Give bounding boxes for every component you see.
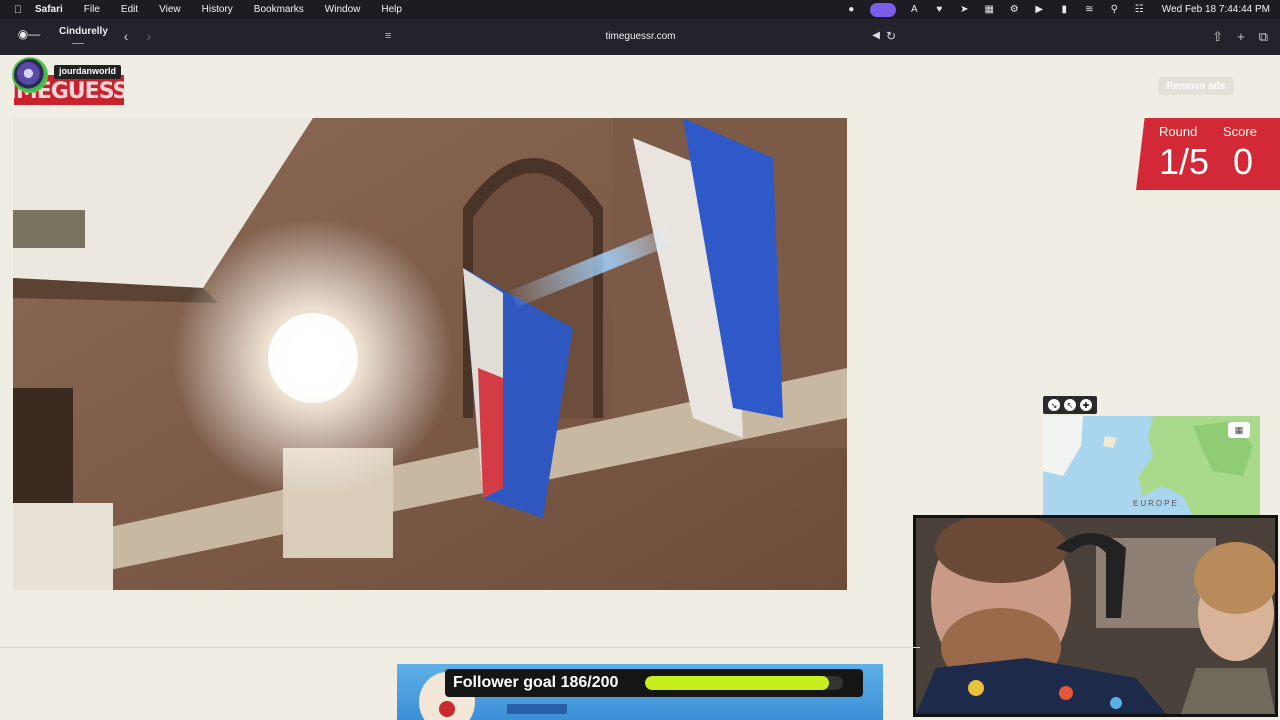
follower-goal-widget: Follower goal 186/200 bbox=[445, 669, 863, 697]
map-toolbar: ↘ ↖ ✚ bbox=[1043, 396, 1097, 414]
remove-ads-button[interactable]: Remove ads bbox=[1158, 77, 1234, 95]
search-icon[interactable]: ⚲ bbox=[1108, 3, 1121, 16]
map-region-label: EUROPE bbox=[1133, 499, 1179, 508]
apple-icon[interactable]:  bbox=[12, 4, 24, 16]
menu-file[interactable]: File bbox=[84, 4, 100, 15]
audio-icon[interactable]: ◀ bbox=[872, 30, 880, 41]
menu-history[interactable]: History bbox=[202, 4, 233, 15]
follower-goal-text: Follower goal 186/200 bbox=[453, 674, 619, 691]
score-panel: Round Score 1/5 0 bbox=[1136, 118, 1280, 190]
menu-edit[interactable]: Edit bbox=[121, 4, 138, 15]
webcam-video-image bbox=[916, 518, 1275, 714]
game-photo[interactable] bbox=[13, 118, 847, 590]
menu-bookmarks[interactable]: Bookmarks bbox=[254, 4, 304, 15]
round-label: Round bbox=[1159, 124, 1198, 139]
forward-button[interactable]: › bbox=[141, 28, 157, 44]
control-center-icon[interactable]: ☷ bbox=[1133, 3, 1146, 16]
map-shrink-icon[interactable]: ↘ bbox=[1048, 399, 1060, 411]
tab-indicator-icon bbox=[72, 38, 84, 44]
reload-icon[interactable]: ↻ bbox=[886, 29, 896, 43]
webcam-overlay bbox=[913, 515, 1278, 717]
browser-toolbar: ◉— Cindurelly ‹ › ≡ timeguessr.com ◀ ↻ ⇧… bbox=[0, 19, 1280, 55]
app-status-icon[interactable]: ♥ bbox=[933, 3, 946, 16]
tab-overview-icon[interactable]: ⧉ bbox=[1259, 29, 1268, 45]
notes-icon[interactable]: ▦ bbox=[983, 3, 996, 16]
username-badge[interactable]: jourdanworld bbox=[54, 65, 121, 79]
photo-scene-image bbox=[13, 118, 847, 590]
follower-goal-bar bbox=[645, 676, 843, 690]
new-tab-icon[interactable]: + bbox=[1237, 29, 1245, 45]
gear-icon[interactable]: ⚙ bbox=[1008, 3, 1021, 16]
menu-window[interactable]: Window bbox=[325, 4, 361, 15]
follower-goal-fill bbox=[645, 676, 830, 690]
avatar[interactable] bbox=[12, 57, 48, 93]
menu-view[interactable]: View bbox=[159, 4, 181, 15]
menu-app-name[interactable]: Safari bbox=[35, 4, 63, 15]
address-bar[interactable]: ≡ timeguessr.com ◀ ↻ bbox=[379, 27, 902, 47]
round-value: 1/5 bbox=[1159, 141, 1210, 182]
play-icon[interactable]: ▶ bbox=[1033, 3, 1046, 16]
profile-name[interactable]: Cindurelly bbox=[59, 26, 108, 37]
menubar-clock[interactable]: Wed Feb 18 7:44:44 PM bbox=[1162, 4, 1270, 15]
score-label: Score bbox=[1223, 124, 1257, 139]
adobe-icon[interactable]: A bbox=[908, 3, 921, 16]
battery-icon[interactable]: ▮ bbox=[1058, 3, 1071, 16]
map-expand-icon[interactable]: ↖ bbox=[1064, 399, 1076, 411]
address-url: timeguessr.com bbox=[605, 31, 676, 42]
map-layer-toggle-icon[interactable]: ▦ bbox=[1228, 422, 1250, 438]
wifi-icon[interactable]: ≋ bbox=[1083, 3, 1096, 16]
rocket-icon[interactable]: ➤ bbox=[958, 3, 971, 16]
record-dot-icon[interactable]: ● bbox=[845, 3, 858, 16]
profile-icon[interactable]: ◉— bbox=[14, 24, 44, 44]
map-pin-icon[interactable]: ✚ bbox=[1080, 399, 1092, 411]
menu-help[interactable]: Help bbox=[381, 4, 402, 15]
guess-map[interactable]: EUROPE ▦ bbox=[1043, 416, 1260, 516]
share-icon[interactable]: ⇧ bbox=[1212, 29, 1223, 45]
menu-bar:  Safari File Edit View History Bookmark… bbox=[0, 0, 1280, 19]
page-content: TIMEGUESSR jourdanworld Remove ads bbox=[0, 55, 1280, 720]
score-value: 0 bbox=[1233, 141, 1254, 182]
screen-record-icon[interactable] bbox=[869, 2, 896, 17]
back-button[interactable]: ‹ bbox=[118, 28, 134, 44]
divider bbox=[0, 647, 920, 648]
